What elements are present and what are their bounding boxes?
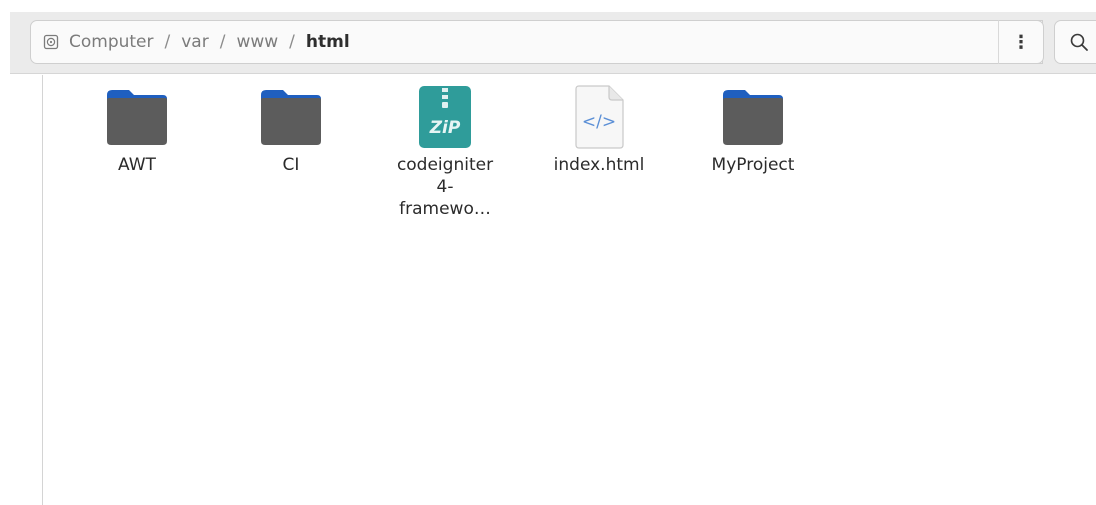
search-icon: [1070, 33, 1088, 51]
file-name: codeigniter 4- framewo…: [396, 155, 494, 219]
html-file-icon: </>: [566, 84, 632, 150]
disk-icon[interactable]: [43, 34, 59, 50]
breadcrumb-www[interactable]: www: [236, 32, 278, 52]
file-name: index.html: [553, 155, 645, 175]
search-button[interactable]: [1054, 20, 1096, 64]
file-grid: AWT CI ZiP codeigniter 4- framewo… </> i…: [60, 84, 830, 220]
breadcrumb-separator: /: [289, 32, 295, 52]
html-icon-text: </>: [582, 112, 616, 132]
zip-icon-text: ZiP: [429, 118, 461, 138]
folder-icon: [104, 84, 170, 150]
folder-icon: [258, 84, 324, 150]
path-menu-button[interactable]: ⋮: [998, 20, 1044, 64]
breadcrumb-var[interactable]: var: [181, 32, 208, 52]
file-manager-window: Computer / var / www / html ⋮ AWT CI ZiP…: [10, 12, 1096, 505]
file-name: CI: [282, 155, 300, 175]
header-bar: Computer / var / www / html ⋮: [10, 12, 1096, 74]
zip-icon: ZiP: [412, 84, 478, 150]
file-name: MyProject: [711, 155, 795, 175]
breadcrumb-current-html[interactable]: html: [306, 32, 350, 52]
file-item-myproject[interactable]: MyProject: [676, 84, 830, 220]
file-item-ci[interactable]: CI: [214, 84, 368, 220]
breadcrumb-separator: /: [219, 32, 226, 52]
file-item-codeigniter-zip[interactable]: ZiP codeigniter 4- framewo…: [368, 84, 522, 220]
file-item-awt[interactable]: AWT: [60, 84, 214, 220]
file-name: AWT: [118, 155, 156, 175]
file-item-index-html[interactable]: </> index.html: [522, 84, 676, 220]
folder-icon: [720, 84, 786, 150]
breadcrumb-separator: /: [164, 32, 171, 52]
path-bar[interactable]: Computer / var / www / html: [30, 20, 1043, 64]
vertical-dots-icon: ⋮: [1012, 31, 1030, 53]
breadcrumb-computer[interactable]: Computer: [69, 32, 154, 52]
sidebar-divider: [42, 75, 43, 505]
